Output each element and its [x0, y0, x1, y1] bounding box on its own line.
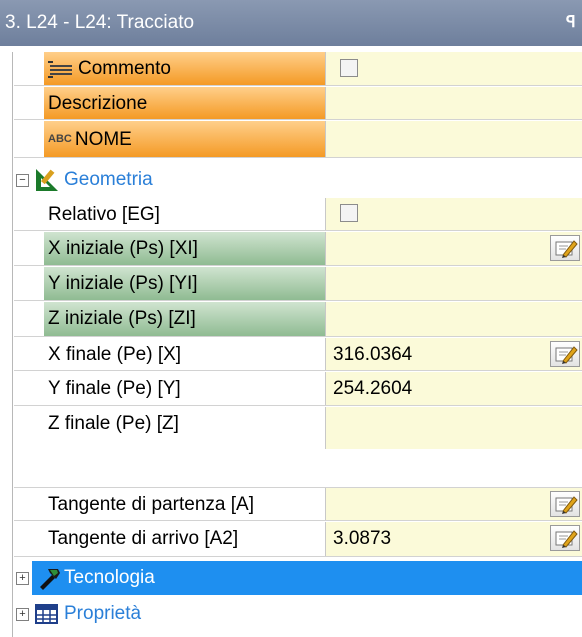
edit-pencil-icon	[555, 240, 578, 258]
row-relativo[interactable]: Relativo [EG]	[14, 198, 582, 231]
pin-icon[interactable]: ꟼ	[566, 0, 576, 46]
value-x-iniziale[interactable]	[326, 232, 582, 265]
label-y-iniziale: Y iniziale (Ps) [YI]	[44, 267, 326, 300]
edit-pencil-icon	[555, 496, 578, 514]
value-nome[interactable]	[326, 121, 582, 157]
row-tangente-partenza[interactable]: Tangente di partenza [A]	[14, 487, 582, 521]
left-border	[12, 52, 13, 637]
tecnologia-label: Tecnologia	[64, 567, 155, 588]
group-tecnologia[interactable]: + Tecnologia	[14, 561, 582, 595]
proprieta-label: Proprietà	[64, 603, 142, 624]
label-z-finale: Z finale (Pe) [Z]	[44, 407, 326, 449]
x-finale-value: 316.0364	[333, 344, 413, 365]
label-descrizione: Descrizione	[44, 87, 326, 119]
value-relativo[interactable]	[326, 198, 582, 230]
label-commento: Commento	[44, 52, 326, 85]
value-tangente-partenza[interactable]	[326, 488, 582, 520]
label-relativo: Relativo [EG]	[44, 198, 326, 230]
hammer-tool-icon	[40, 569, 60, 590]
row-x-finale[interactable]: X finale (Pe) [X] 316.0364	[14, 338, 582, 371]
commento-text: Commento	[78, 58, 171, 79]
group-proprieta[interactable]: + Proprietà	[14, 597, 582, 633]
label-z-iniziale: Z iniziale (Ps) [ZI]	[44, 302, 326, 336]
value-descrizione[interactable]	[326, 87, 582, 119]
edit-button-x-iniziale[interactable]	[550, 235, 580, 261]
row-y-finale[interactable]: Y finale (Pe) [Y] 254.2604	[14, 372, 582, 406]
commento-checkbox[interactable]	[340, 59, 358, 77]
label-y-finale: Y finale (Pe) [Y]	[44, 372, 326, 405]
row-commento[interactable]: Commento	[14, 52, 582, 86]
tangente-arrivo-value: 3.0873	[333, 528, 392, 549]
relativo-checkbox[interactable]	[340, 204, 358, 222]
collapse-icon[interactable]: −	[16, 174, 29, 187]
value-y-finale[interactable]: 254.2604	[326, 372, 582, 405]
expand-icon[interactable]: +	[16, 572, 29, 585]
row-descrizione[interactable]: Descrizione	[14, 87, 582, 120]
table-grid-icon	[35, 604, 58, 624]
row-tangente-arrivo[interactable]: Tangente di arrivo [A2] 3.0873	[14, 522, 582, 557]
edit-button-tangente-partenza[interactable]	[550, 491, 580, 517]
expand-icon[interactable]: +	[16, 608, 29, 621]
label-x-iniziale: X iniziale (Ps) [XI]	[44, 232, 326, 265]
label-tangente-partenza: Tangente di partenza [A]	[44, 488, 326, 520]
value-z-finale[interactable]	[326, 407, 582, 449]
row-z-finale[interactable]: Z finale (Pe) [Z]	[14, 407, 582, 449]
row-y-iniziale[interactable]: Y iniziale (Ps) [YI]	[14, 267, 582, 301]
abc-text-icon: ABC	[48, 133, 72, 146]
edit-button-tangente-arrivo[interactable]	[550, 525, 580, 551]
panel-titlebar: 3. L24 - L24: Tracciato ꟼ	[0, 0, 582, 46]
label-tangente-arrivo: Tangente di arrivo [A2]	[44, 522, 326, 556]
geometry-ruler-icon	[36, 169, 58, 191]
label-nome: ABC NOME	[44, 121, 326, 157]
value-commento[interactable]	[326, 52, 582, 85]
value-z-iniziale[interactable]	[326, 302, 582, 336]
nome-text: NOME	[74, 129, 132, 150]
group-geometria[interactable]: − Geometria	[14, 163, 582, 197]
label-x-finale: X finale (Pe) [X]	[44, 338, 326, 370]
row-z-iniziale[interactable]: Z iniziale (Ps) [ZI]	[14, 302, 582, 337]
spacer-row	[14, 449, 582, 485]
geometria-label: Geometria	[64, 169, 153, 190]
value-x-finale[interactable]: 316.0364	[326, 338, 582, 370]
row-nome[interactable]: ABC NOME	[14, 121, 582, 158]
value-tangente-arrivo[interactable]: 3.0873	[326, 522, 582, 556]
value-y-iniziale[interactable]	[326, 267, 582, 300]
edit-pencil-icon	[555, 346, 578, 364]
panel-title: 3. L24 - L24: Tracciato	[5, 12, 195, 33]
edit-pencil-icon	[555, 530, 578, 548]
edit-button-x-finale[interactable]	[550, 341, 580, 367]
list-lines-icon	[48, 60, 72, 78]
row-x-iniziale[interactable]: X iniziale (Ps) [XI]	[14, 232, 582, 266]
properties-panel: 3. L24 - L24: Tracciato ꟼ Commento Descr…	[0, 0, 582, 637]
